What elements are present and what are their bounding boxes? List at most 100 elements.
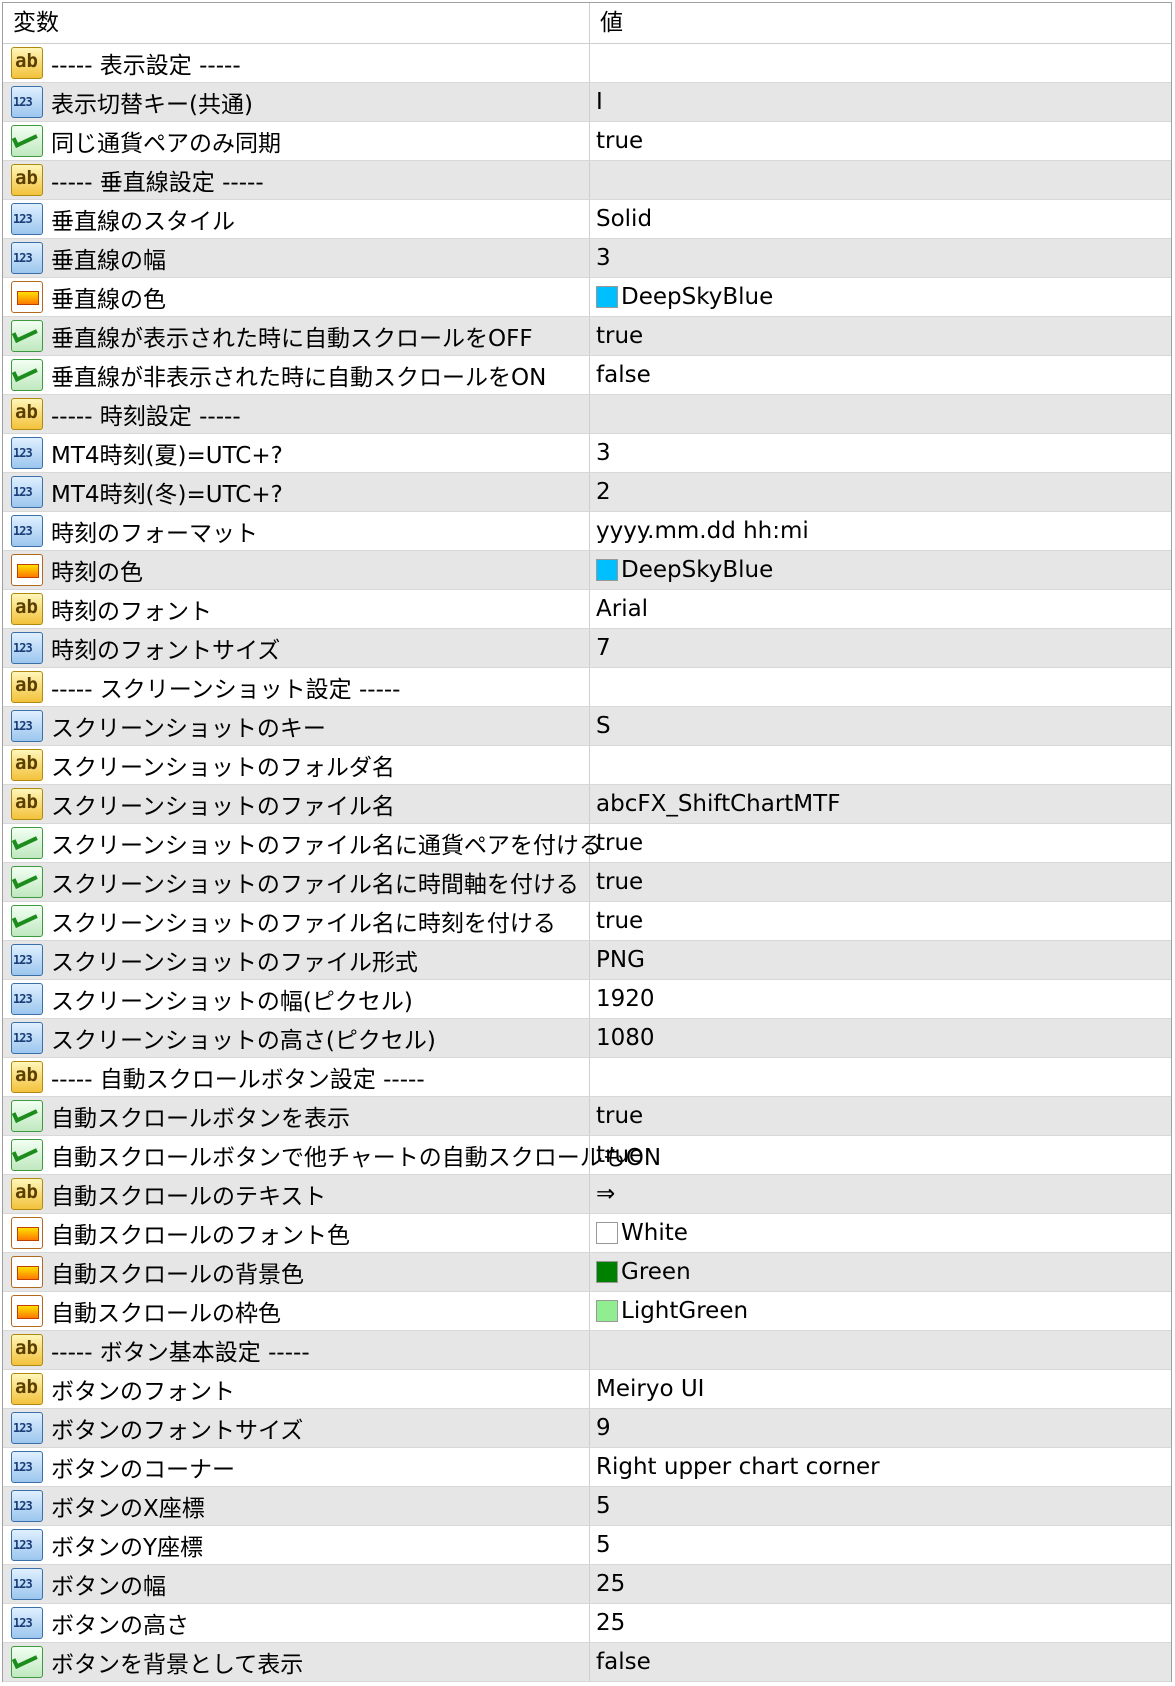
parameter-row[interactable]: 自動スクロールの背景色 Green [3, 1253, 1171, 1292]
variable-cell[interactable]: 自動スクロールの背景色 [3, 1253, 590, 1291]
parameter-row[interactable]: ボタンのフォント Meiryo UI [3, 1370, 1171, 1409]
parameter-row[interactable]: ボタンのY座標 5 [3, 1526, 1171, 1565]
value-cell[interactable]: 3 [590, 434, 1171, 472]
variable-cell[interactable]: スクリーンショットのファイル形式 [3, 941, 590, 979]
parameter-row[interactable]: ボタンのフォントサイズ 9 [3, 1409, 1171, 1448]
variable-cell[interactable]: ----- 自動スクロールボタン設定 ----- [3, 1058, 590, 1096]
variable-cell[interactable]: ----- 垂直線設定 ----- [3, 161, 590, 199]
value-cell[interactable]: I [590, 83, 1171, 121]
value-cell[interactable]: ⇒ [590, 1175, 1171, 1213]
parameter-row[interactable]: 時刻のフォント Arial [3, 590, 1171, 629]
variable-cell[interactable]: 時刻のフォーマット [3, 512, 590, 550]
value-cell[interactable]: 1920 [590, 980, 1171, 1018]
value-cell[interactable]: 9 [590, 1409, 1171, 1447]
parameter-row[interactable]: 同じ通貨ペアのみ同期 true [3, 122, 1171, 161]
parameter-row[interactable]: 自動スクロールのテキスト ⇒ [3, 1175, 1171, 1214]
parameter-row[interactable]: 自動スクロールのフォント色 White [3, 1214, 1171, 1253]
parameter-row[interactable]: ボタンのX座標 5 [3, 1487, 1171, 1526]
variable-cell[interactable]: スクリーンショットのファイル名 [3, 785, 590, 823]
value-cell[interactable]: false [590, 356, 1171, 394]
variable-cell[interactable]: 自動スクロールのフォント色 [3, 1214, 590, 1252]
variable-cell[interactable]: 表示切替キー(共通) [3, 83, 590, 121]
value-cell[interactable]: true [590, 863, 1171, 901]
variable-cell[interactable]: スクリーンショットの幅(ピクセル) [3, 980, 590, 1018]
parameter-row[interactable]: スクリーンショットのファイル名に通貨ペアを付ける true [3, 824, 1171, 863]
parameter-row[interactable]: ----- 垂直線設定 ----- [3, 161, 1171, 200]
value-cell[interactable]: true [590, 122, 1171, 160]
variable-cell[interactable]: ボタンを背景として表示 [3, 1643, 590, 1681]
variable-cell[interactable]: ----- 時刻設定 ----- [3, 395, 590, 433]
value-cell[interactable] [590, 668, 1171, 706]
parameter-row[interactable]: スクリーンショットのファイル形式 PNG [3, 941, 1171, 980]
parameter-row[interactable]: MT4時刻(冬)=UTC+? 2 [3, 473, 1171, 512]
parameter-row[interactable]: 垂直線の幅 3 [3, 239, 1171, 278]
parameter-row[interactable]: 自動スクロールの枠色 LightGreen [3, 1292, 1171, 1331]
value-cell[interactable]: 7 [590, 629, 1171, 667]
value-cell[interactable]: Solid [590, 200, 1171, 238]
parameter-row[interactable]: 垂直線のスタイル Solid [3, 200, 1171, 239]
parameter-row[interactable]: ボタンの高さ 25 [3, 1604, 1171, 1643]
parameter-row[interactable]: 表示切替キー(共通) I [3, 83, 1171, 122]
parameter-row[interactable]: MT4時刻(夏)=UTC+? 3 [3, 434, 1171, 473]
value-cell[interactable]: Arial [590, 590, 1171, 628]
parameter-row[interactable]: スクリーンショットのキー S [3, 707, 1171, 746]
variable-cell[interactable]: スクリーンショットのフォルダ名 [3, 746, 590, 784]
variable-cell[interactable]: 垂直線が非表示された時に自動スクロールをON [3, 356, 590, 394]
value-cell[interactable]: DeepSkyBlue [590, 278, 1171, 316]
parameter-row[interactable]: ----- 時刻設定 ----- [3, 395, 1171, 434]
value-cell[interactable]: true [590, 824, 1171, 862]
parameter-row[interactable]: ボタンを背景として表示 false [3, 1643, 1171, 1682]
value-cell[interactable]: 3 [590, 239, 1171, 277]
column-header-variable[interactable]: 変数 [3, 3, 590, 43]
variable-cell[interactable]: 時刻のフォント [3, 590, 590, 628]
variable-cell[interactable]: スクリーンショットのファイル名に時間軸を付ける [3, 863, 590, 901]
parameter-row[interactable]: 時刻のフォントサイズ 7 [3, 629, 1171, 668]
value-cell[interactable]: Right upper chart corner [590, 1448, 1171, 1486]
parameter-row[interactable]: 垂直線が表示された時に自動スクロールをOFF true [3, 317, 1171, 356]
parameter-row[interactable]: 時刻の色 DeepSkyBlue [3, 551, 1171, 590]
value-cell[interactable]: abcFX_ShiftChartMTF [590, 785, 1171, 823]
parameter-row[interactable]: ----- 自動スクロールボタン設定 ----- [3, 1058, 1171, 1097]
value-cell[interactable]: 25 [590, 1604, 1171, 1642]
parameter-row[interactable]: 自動スクロールボタンで他チャートの自動スクロールもON true [3, 1136, 1171, 1175]
variable-cell[interactable]: スクリーンショットのファイル名に通貨ペアを付ける [3, 824, 602, 862]
parameter-row[interactable]: スクリーンショットのファイル名に時間軸を付ける true [3, 863, 1171, 902]
value-cell[interactable]: Green [590, 1253, 1171, 1291]
variable-cell[interactable]: ボタンの幅 [3, 1565, 590, 1603]
variable-cell[interactable]: スクリーンショットの高さ(ピクセル) [3, 1019, 590, 1057]
value-cell[interactable]: 5 [590, 1526, 1171, 1564]
parameter-row[interactable]: スクリーンショットのファイル名 abcFX_ShiftChartMTF [3, 785, 1171, 824]
value-cell[interactable]: LightGreen [590, 1292, 1171, 1330]
variable-cell[interactable]: 時刻のフォントサイズ [3, 629, 590, 667]
variable-cell[interactable]: ----- スクリーンショット設定 ----- [3, 668, 590, 706]
value-cell[interactable]: true [590, 317, 1171, 355]
variable-cell[interactable]: スクリーンショットのキー [3, 707, 590, 745]
variable-cell[interactable]: 同じ通貨ペアのみ同期 [3, 122, 590, 160]
variable-cell[interactable]: スクリーンショットのファイル名に時刻を付ける [3, 902, 590, 940]
parameter-row[interactable]: スクリーンショットの高さ(ピクセル) 1080 [3, 1019, 1171, 1058]
value-cell[interactable]: PNG [590, 941, 1171, 979]
variable-cell[interactable]: 垂直線のスタイル [3, 200, 590, 238]
value-cell[interactable] [590, 44, 1171, 82]
parameter-row[interactable]: 時刻のフォーマット yyyy.mm.dd hh:mi [3, 512, 1171, 551]
variable-cell[interactable]: MT4時刻(冬)=UTC+? [3, 473, 590, 511]
parameter-row[interactable]: 垂直線が非表示された時に自動スクロールをON false [3, 356, 1171, 395]
value-cell[interactable]: DeepSkyBlue [590, 551, 1171, 589]
value-cell[interactable] [590, 395, 1171, 433]
parameter-row[interactable]: ----- スクリーンショット設定 ----- [3, 668, 1171, 707]
parameter-row[interactable]: 垂直線の色 DeepSkyBlue [3, 278, 1171, 317]
variable-cell[interactable]: 垂直線が表示された時に自動スクロールをOFF [3, 317, 590, 355]
variable-cell[interactable]: ボタンのY座標 [3, 1526, 590, 1564]
parameter-row[interactable]: 自動スクロールボタンを表示 true [3, 1097, 1171, 1136]
variable-cell[interactable]: 自動スクロールの枠色 [3, 1292, 590, 1330]
value-cell[interactable]: true [590, 1097, 1171, 1135]
value-cell[interactable]: true [590, 902, 1171, 940]
variable-cell[interactable]: 自動スクロールのテキスト [3, 1175, 590, 1213]
parameter-row[interactable]: ボタンの幅 25 [3, 1565, 1171, 1604]
variable-cell[interactable]: 垂直線の色 [3, 278, 590, 316]
value-cell[interactable] [590, 746, 1171, 784]
variable-cell[interactable]: ボタンのX座標 [3, 1487, 590, 1525]
variable-cell[interactable]: 自動スクロールボタンを表示 [3, 1097, 590, 1135]
variable-cell[interactable]: ボタンのコーナー [3, 1448, 590, 1486]
value-cell[interactable]: 1080 [590, 1019, 1171, 1057]
